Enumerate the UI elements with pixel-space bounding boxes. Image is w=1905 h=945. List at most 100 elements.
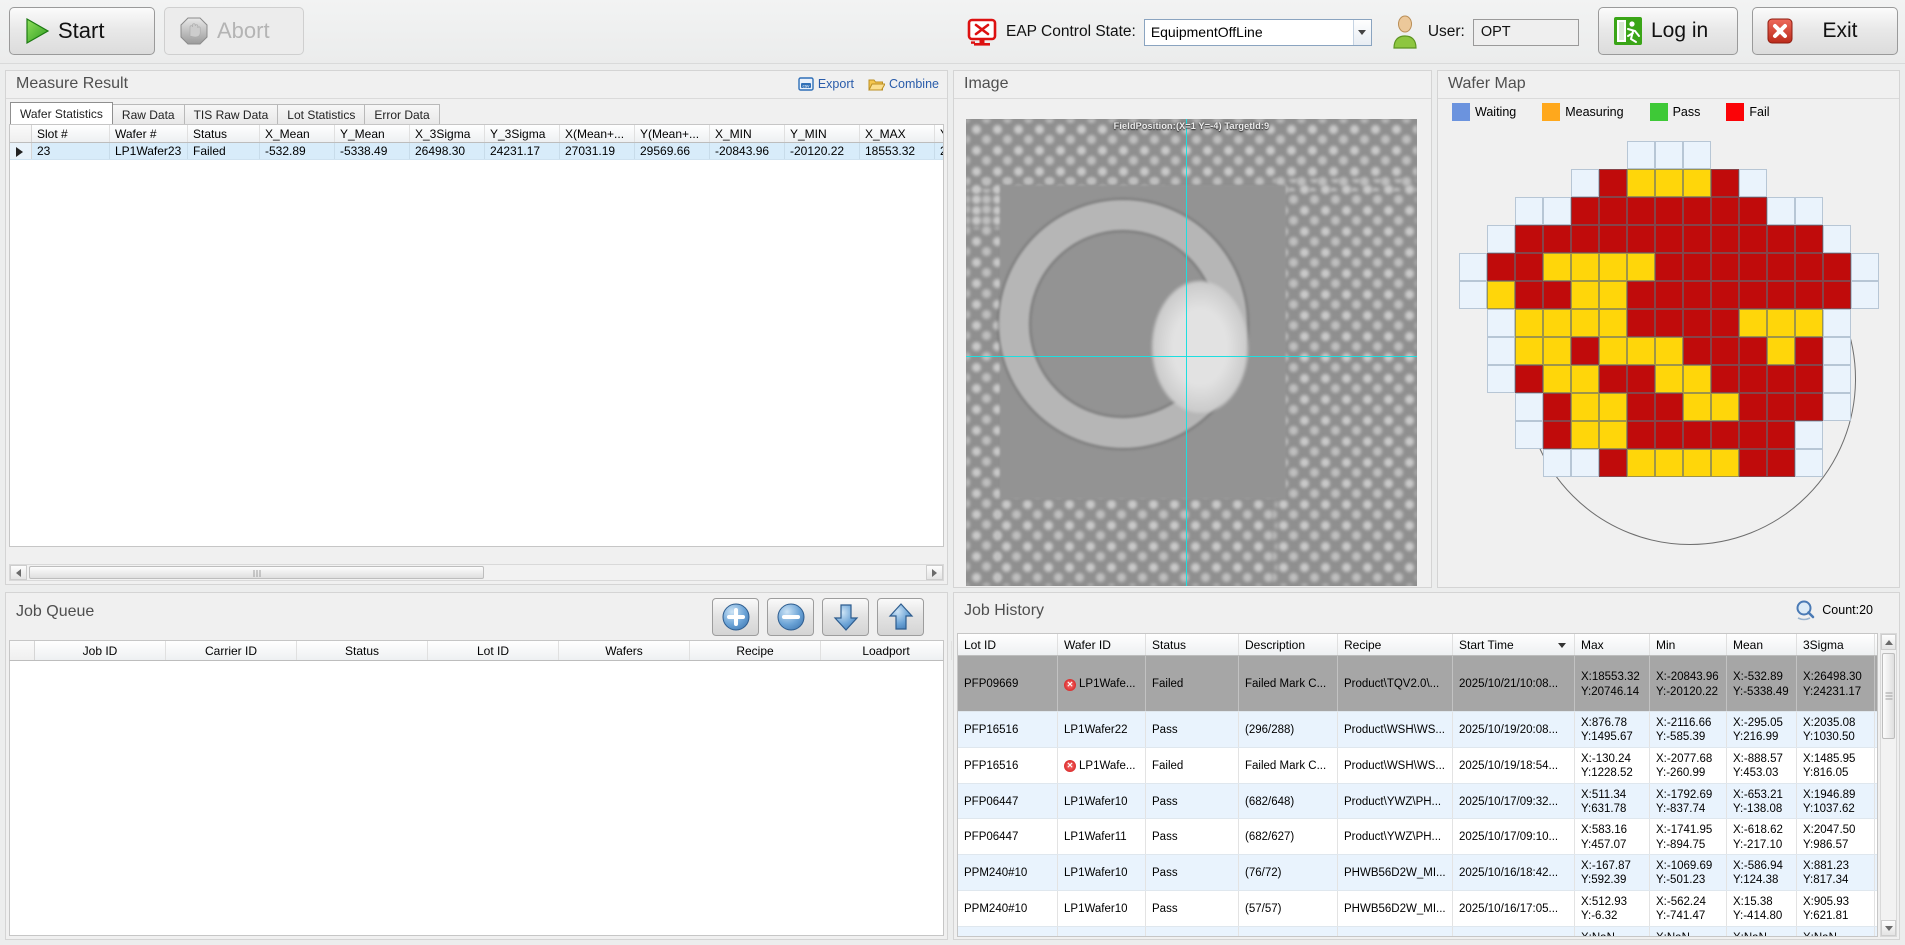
column-header-start-time[interactable]: Start Time — [1453, 634, 1575, 655]
column-header-wafer-id[interactable]: Wafer ID — [1058, 634, 1146, 655]
combine-button[interactable]: Combine — [868, 77, 939, 91]
column-header-y[interactable]: Y_ — [935, 125, 944, 142]
job-history-row[interactable]: PPM240#10LP1Wafer10AbortPHWB56D2W_MI...2… — [958, 927, 1877, 938]
job-queue-body[interactable] — [9, 661, 944, 936]
column-header-lot-id[interactable]: Lot ID — [958, 634, 1058, 655]
column-header-3sigma[interactable]: 3Sigma — [1797, 634, 1875, 655]
scroll-up-arrow-icon[interactable] — [1881, 634, 1896, 650]
tab-error-data[interactable]: Error Data — [364, 104, 439, 124]
eap-state-dropdown[interactable]: EquipmentOffLine — [1144, 19, 1372, 46]
tab-wafer-statistics[interactable]: Wafer Statistics — [10, 102, 113, 124]
column-header-x-mean[interactable]: X(Mean+... — [560, 125, 635, 142]
column-header-slot[interactable]: Slot # — [32, 125, 110, 142]
column-header-loadport[interactable]: Loadport — [821, 641, 952, 660]
cell-lot-id: PFP06447 — [958, 784, 1058, 819]
wafer-die-cell — [1739, 393, 1767, 421]
wafer-die-cell — [1627, 421, 1655, 449]
measure-hscrollbar[interactable] — [9, 564, 944, 581]
wafer-die-cell — [1627, 365, 1655, 393]
user-value-field[interactable]: OPT — [1473, 19, 1579, 46]
magnifier-icon[interactable] — [1794, 599, 1816, 621]
cell-max: X:511.34 Y:631.78 — [1575, 784, 1650, 819]
abort-button[interactable]: Abort — [164, 7, 304, 55]
column-header-y-mean[interactable]: Y_Mean — [335, 125, 410, 142]
cell: -5338.49 — [335, 143, 410, 159]
plus-circle-icon — [721, 602, 751, 632]
job-history-vscrollbar[interactable] — [1880, 633, 1897, 937]
column-header-y-mean[interactable]: Y(Mean+... — [635, 125, 710, 142]
column-header-wafers[interactable]: Wafers — [559, 641, 690, 660]
cell-status: Pass — [1146, 784, 1239, 819]
hscroll-thumb[interactable] — [29, 566, 484, 579]
legend-swatch-waiting — [1452, 103, 1470, 121]
wafer-die-cell — [1823, 281, 1851, 309]
vscroll-thumb[interactable] — [1882, 653, 1895, 739]
wafer-die-cell — [1599, 337, 1627, 365]
column-header-job-id[interactable]: Job ID — [35, 641, 166, 660]
column-header-recipe[interactable]: Recipe — [1338, 634, 1453, 655]
login-button[interactable]: Log in — [1598, 7, 1738, 55]
column-header-recipe[interactable]: Recipe — [690, 641, 821, 660]
cell-3sigma: X:NaN Y:NaN — [1797, 927, 1875, 938]
column-header-min[interactable]: Min — [1650, 634, 1727, 655]
column-header-mean[interactable]: Mean — [1727, 634, 1797, 655]
cell-min: X:-562.24 Y:-741.47 — [1650, 891, 1727, 926]
tab-tis-raw-data[interactable]: TIS Raw Data — [184, 104, 279, 124]
wafer-die-cell — [1711, 309, 1739, 337]
wafer-die-cell — [1711, 253, 1739, 281]
remove-job-button[interactable] — [767, 598, 814, 636]
tab-lot-statistics[interactable]: Lot Statistics — [277, 104, 365, 124]
cell-recipe: Product\TQV2.0\... — [1338, 656, 1453, 711]
exit-x-icon — [1767, 18, 1793, 44]
column-header-x-3sigma[interactable]: X_3Sigma — [410, 125, 485, 142]
wafer-die-cell — [1655, 225, 1683, 253]
job-history-row[interactable]: PFP06447LP1Wafer11Pass(682/627)Product\Y… — [958, 819, 1877, 855]
cell-3sigma: X:881.23 Y:817.34 — [1797, 855, 1875, 890]
wafer-die-cell — [1627, 225, 1655, 253]
wafer-die-cell — [1515, 225, 1543, 253]
column-header-status[interactable]: Status — [188, 125, 260, 142]
add-job-button[interactable] — [712, 598, 759, 636]
table-row[interactable]: 23LP1Wafer23Failed-532.89-5338.4926498.3… — [10, 143, 943, 160]
column-header-lot-id[interactable]: Lot ID — [428, 641, 559, 660]
cell-min: X:-1069.69 Y:-501.23 — [1650, 855, 1727, 890]
wafer-die-cell — [1823, 225, 1851, 253]
column-header-status[interactable]: Status — [1146, 634, 1239, 655]
column-header-x-min[interactable]: X_MIN — [710, 125, 785, 142]
column-header-carrier-id[interactable]: Carrier ID — [166, 641, 297, 660]
cell-max: X:18553.32 Y:20746.14 — [1575, 656, 1650, 711]
job-history-row[interactable]: PPM240#10LP1Wafer10Pass(57/57)PHWB56D2W_… — [958, 891, 1877, 927]
wafer-die-cell — [1711, 197, 1739, 225]
image-title: Image — [964, 75, 1008, 93]
column-header-description[interactable]: Description — [1239, 634, 1338, 655]
crosshair-horizontal — [966, 356, 1417, 357]
wafer-camera-image[interactable]: FieldPosition:(X=1 Y=-4) TargetId:9 — [966, 119, 1417, 586]
column-header-y-3sigma[interactable]: Y_3Sigma — [485, 125, 560, 142]
column-header-wafer[interactable]: Wafer # — [110, 125, 188, 142]
column-header-x-max[interactable]: X_MAX — [860, 125, 935, 142]
scroll-right-arrow-icon[interactable] — [926, 565, 943, 580]
wafer-die-cell — [1543, 253, 1571, 281]
job-history-row[interactable]: PPM240#10LP1Wafer10Pass(76/72)PHWB56D2W_… — [958, 855, 1877, 891]
column-header-x-mean[interactable]: X_Mean — [260, 125, 335, 142]
scroll-down-arrow-icon[interactable] — [1881, 920, 1896, 936]
export-button[interactable]: csv Export — [798, 77, 854, 91]
job-history-row[interactable]: PFP16516LP1Wafe...FailedFailed Mark C...… — [958, 748, 1877, 784]
wafer-die-cell — [1487, 309, 1515, 337]
column-header-max[interactable]: Max — [1575, 634, 1650, 655]
job-history-row[interactable]: PFP16516LP1Wafer22Pass(296/288)Product\W… — [958, 712, 1877, 748]
wafer-die-cell — [1851, 253, 1879, 281]
job-history-row[interactable]: PFP09669LP1Wafe...FailedFailed Mark C...… — [958, 656, 1877, 712]
move-up-button[interactable] — [877, 598, 924, 636]
move-down-button[interactable] — [822, 598, 869, 636]
start-button[interactable]: Start — [9, 7, 155, 55]
dropdown-arrow-icon[interactable] — [1353, 20, 1371, 45]
column-header-status[interactable]: Status — [297, 641, 428, 660]
exit-button[interactable]: Exit — [1752, 7, 1898, 55]
tab-raw-data[interactable]: Raw Data — [112, 104, 185, 124]
stop-hand-icon — [179, 16, 209, 46]
scroll-left-arrow-icon[interactable] — [10, 565, 27, 580]
column-header-y-min[interactable]: Y_MIN — [785, 125, 860, 142]
wafer-die-cell — [1767, 253, 1795, 281]
job-history-row[interactable]: PFP06447LP1Wafer10Pass(682/648)Product\Y… — [958, 784, 1877, 820]
